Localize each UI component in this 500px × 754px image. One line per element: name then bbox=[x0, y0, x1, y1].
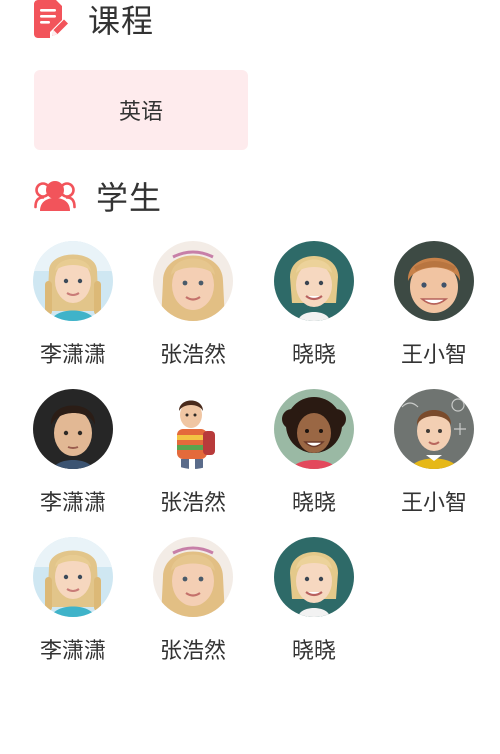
student-card[interactable]: 张浩然 bbox=[143, 389, 243, 517]
course-section-header: 课程 bbox=[34, 0, 155, 40]
student-name: 张浩然 bbox=[159, 639, 226, 664]
student-avatar bbox=[274, 537, 354, 617]
student-name: 李潇潇 bbox=[39, 343, 106, 368]
student-avatar bbox=[274, 241, 354, 321]
course-chip-english[interactable]: 英语 bbox=[34, 70, 248, 150]
student-card[interactable]: 李潇潇 bbox=[23, 537, 123, 665]
students-section-title: 学生 bbox=[96, 179, 163, 217]
student-name: 晓晓 bbox=[291, 639, 336, 664]
student-avatar bbox=[33, 537, 113, 617]
course-section-title: 课程 bbox=[88, 2, 155, 40]
student-card[interactable]: 晓晓 bbox=[264, 537, 364, 665]
student-name: 晓晓 bbox=[291, 343, 336, 368]
student-card[interactable]: 王小智 bbox=[384, 241, 484, 369]
course-chip-label: 英语 bbox=[118, 100, 163, 125]
student-card[interactable]: 晓晓 bbox=[264, 389, 364, 517]
student-card[interactable]: 晓晓 bbox=[264, 241, 364, 369]
student-name: 张浩然 bbox=[159, 343, 226, 368]
student-avatar bbox=[33, 389, 113, 469]
student-card[interactable]: 李潇潇 bbox=[23, 389, 123, 517]
students-section-header: 学生 bbox=[34, 176, 163, 217]
student-card[interactable]: 张浩然 bbox=[143, 241, 243, 369]
student-avatar bbox=[153, 241, 233, 321]
page: 课程 英语 学生 李潇潇 张浩然 晓晓 王小智 李潇潇 张浩然 晓晓 王小智 李… bbox=[0, 0, 500, 754]
student-name: 晓晓 bbox=[291, 491, 336, 516]
student-name: 王小智 bbox=[400, 343, 467, 368]
student-name: 李潇潇 bbox=[39, 491, 106, 516]
edit-document-icon bbox=[34, 0, 68, 38]
student-name: 王小智 bbox=[400, 491, 467, 516]
student-avatar bbox=[153, 537, 233, 617]
student-name: 李潇潇 bbox=[39, 639, 106, 664]
student-avatar bbox=[394, 241, 474, 321]
users-icon bbox=[34, 179, 76, 213]
student-card[interactable]: 张浩然 bbox=[143, 537, 243, 665]
student-card[interactable]: 李潇潇 bbox=[23, 241, 123, 369]
student-avatar bbox=[394, 389, 474, 469]
student-name: 张浩然 bbox=[159, 491, 226, 516]
student-avatar bbox=[153, 389, 233, 469]
student-avatar bbox=[274, 389, 354, 469]
student-avatar bbox=[33, 241, 113, 321]
student-card[interactable]: 王小智 bbox=[384, 389, 484, 517]
